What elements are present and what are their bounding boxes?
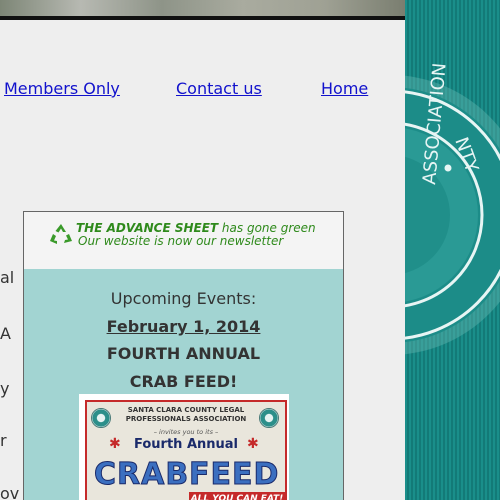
newsletter-headline-rest: has gone green <box>218 221 316 235</box>
header-image <box>0 0 405 16</box>
event-date-link[interactable]: February 1, 2014 <box>24 317 343 336</box>
flyer-invite-text: – invites you to its – <box>153 428 219 436</box>
crab-feed-flyer-image[interactable]: SANTA CLARA COUNTY LEGAL PROFESSIONALS A… <box>79 394 289 500</box>
flyer-crab-word: CRAB <box>93 457 190 493</box>
nav-link-contact-us[interactable]: Contact us <box>176 79 262 98</box>
flyer-feed-word: FEED <box>188 457 280 493</box>
newsletter-headline: THE ADVANCE SHEET has gone green <box>76 221 316 235</box>
recycle-icon <box>50 224 72 244</box>
flyer-org-line1: SANTA CLARA COUNTY LEGAL <box>127 406 245 414</box>
newsletter-brand: THE ADVANCE SHEET <box>76 221 219 235</box>
left-column-text-fragment: ov <box>0 484 20 500</box>
event-name-line2: CRAB FEED! <box>129 372 238 391</box>
event-name-line1: FOURTH ANNUAL <box>106 344 261 363</box>
flyer-fourth-annual: Fourth Annual <box>134 437 238 452</box>
nav-link-home[interactable]: Home <box>321 79 368 98</box>
left-column-text-fragment: y <box>0 379 10 398</box>
left-column-text-fragment: A <box>0 324 11 343</box>
nav-link-members-only[interactable]: Members Only <box>4 79 120 98</box>
page: NTY ASSOCIATION Members Only Contact us … <box>0 0 500 500</box>
flyer-org-line2: PROFESSIONALS ASSOCIATION <box>125 415 247 423</box>
flyer-all-you-can-eat: ALL YOU CAN EAT! <box>189 492 285 500</box>
newsletter-subline: Our website is now our newsletter <box>78 234 284 248</box>
main-content: Members Only Contact us Home al A y r ov… <box>0 20 405 500</box>
association-seal-logo: NTY ASSOCIATION <box>405 62 500 355</box>
flyer-frame: SANTA CLARA COUNTY LEGAL PROFESSIONALS A… <box>85 400 287 500</box>
left-column-text-fragment: r <box>0 431 7 450</box>
events-title: Upcoming Events: <box>110 289 257 308</box>
newsletter-banner[interactable]: THE ADVANCE SHEET has gone green Our web… <box>23 211 344 271</box>
left-column-text-fragment: al <box>0 268 15 287</box>
upcoming-events-panel: Upcoming Events: February 1, 2014 FOURTH… <box>23 269 344 500</box>
